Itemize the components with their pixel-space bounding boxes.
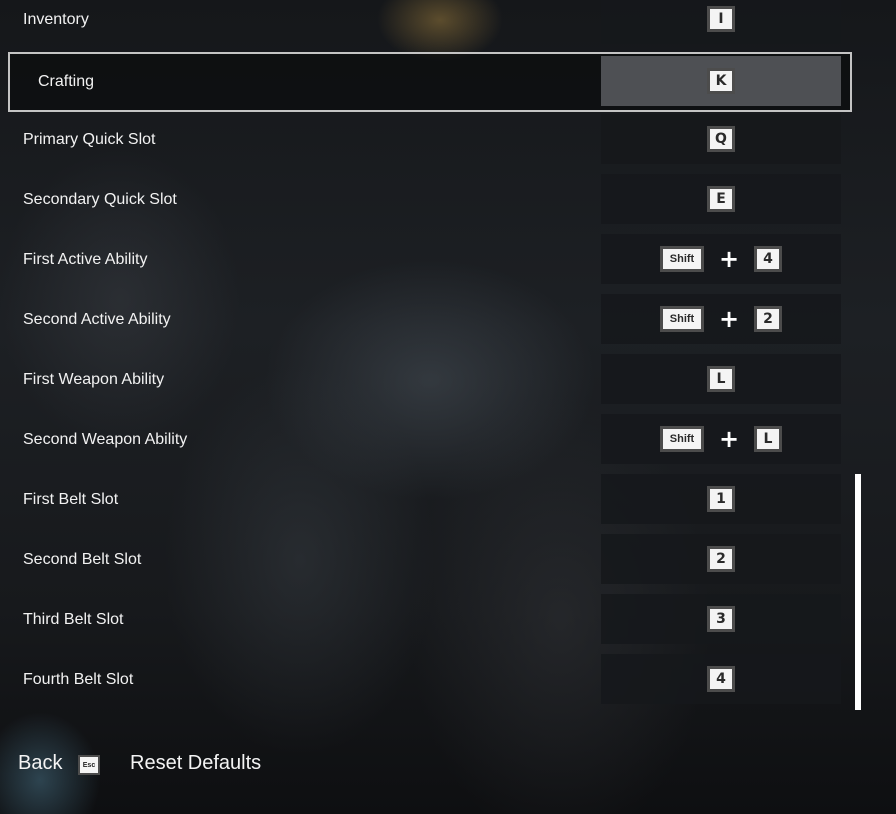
- action-label: First Belt Slot: [23, 491, 119, 508]
- keybind-row-secondary-quick-slot[interactable]: Secondary Quick Slot E: [10, 172, 850, 228]
- key-cap: Q: [707, 126, 735, 152]
- action-label: Second Active Ability: [23, 311, 171, 328]
- action-label: Inventory: [23, 11, 89, 28]
- keybind-row-third-belt-slot[interactable]: Third Belt Slot 3: [10, 592, 850, 648]
- key-cap: 1: [707, 486, 735, 512]
- action-label: First Active Ability: [23, 251, 148, 268]
- keybind-row-first-belt-slot[interactable]: First Belt Slot 1: [10, 472, 850, 528]
- plus-separator: +: [718, 305, 740, 333]
- action-label: Second Belt Slot: [23, 551, 142, 568]
- key-binding-slot[interactable]: L: [601, 354, 841, 404]
- key-binding-slot[interactable]: Q: [601, 114, 841, 164]
- modifier-key-cap: Shift: [660, 426, 704, 452]
- reset-defaults-button[interactable]: Reset Defaults: [130, 752, 261, 775]
- key-binding-slot[interactable]: Shift + 4: [601, 234, 841, 284]
- plus-separator: +: [718, 245, 740, 273]
- keybind-row-second-active-ability[interactable]: Second Active Ability Shift + 2: [10, 292, 850, 348]
- key-binding-slot[interactable]: E: [601, 174, 841, 224]
- keybind-row-primary-quick-slot[interactable]: Primary Quick Slot Q: [10, 112, 850, 168]
- key-binding-slot[interactable]: 2: [601, 534, 841, 584]
- key-cap: 2: [754, 306, 782, 332]
- key-cap: L: [707, 366, 735, 392]
- scrollbar-thumb[interactable]: [855, 474, 861, 710]
- modifier-key-cap: Shift: [660, 306, 704, 332]
- action-label: Crafting: [38, 73, 95, 90]
- footer-bar: Back Esc Reset Defaults: [0, 740, 896, 790]
- key-cap: L: [754, 426, 782, 452]
- key-binding-slot[interactable]: 1: [601, 474, 841, 524]
- key-binding-slot[interactable]: I: [601, 0, 841, 44]
- key-binding-slot[interactable]: 4: [601, 654, 841, 704]
- key-binding-slot[interactable]: 3: [601, 594, 841, 644]
- action-label: Secondary Quick Slot: [23, 191, 177, 208]
- key-binding-slot[interactable]: K: [601, 56, 841, 106]
- plus-separator: +: [718, 425, 740, 453]
- key-cap: K: [707, 68, 735, 94]
- keybind-row-second-belt-slot[interactable]: Second Belt Slot 2: [10, 532, 850, 588]
- back-button[interactable]: Back: [18, 752, 62, 775]
- key-cap: I: [707, 6, 735, 32]
- action-label: Fourth Belt Slot: [23, 671, 134, 688]
- keybind-row-first-weapon-ability[interactable]: First Weapon Ability L: [10, 352, 850, 408]
- keybind-row-inventory[interactable]: Inventory I: [10, 0, 850, 48]
- keybind-row-first-active-ability[interactable]: First Active Ability Shift + 4: [10, 232, 850, 288]
- keybind-row-second-weapon-ability[interactable]: Second Weapon Ability Shift + L: [10, 412, 850, 468]
- action-label: Second Weapon Ability: [23, 431, 188, 448]
- key-binding-slot[interactable]: Shift + 2: [601, 294, 841, 344]
- key-binding-slot[interactable]: Shift + L: [601, 414, 841, 464]
- key-cap: E: [707, 186, 735, 212]
- keybind-list: Inventory I Crafting K Primary Quick Slo…: [0, 0, 896, 714]
- modifier-key-cap: Shift: [660, 246, 704, 272]
- action-label: Primary Quick Slot: [23, 131, 156, 148]
- key-cap: 4: [707, 666, 735, 692]
- key-cap: 2: [707, 546, 735, 572]
- keybind-row-crafting[interactable]: Crafting K: [8, 52, 852, 112]
- key-cap: 4: [754, 246, 782, 272]
- keybind-row-fourth-belt-slot[interactable]: Fourth Belt Slot 4: [10, 652, 850, 708]
- esc-key-icon: Esc: [78, 755, 100, 775]
- key-cap: 3: [707, 606, 735, 632]
- action-label: First Weapon Ability: [23, 371, 165, 388]
- action-label: Third Belt Slot: [23, 611, 124, 628]
